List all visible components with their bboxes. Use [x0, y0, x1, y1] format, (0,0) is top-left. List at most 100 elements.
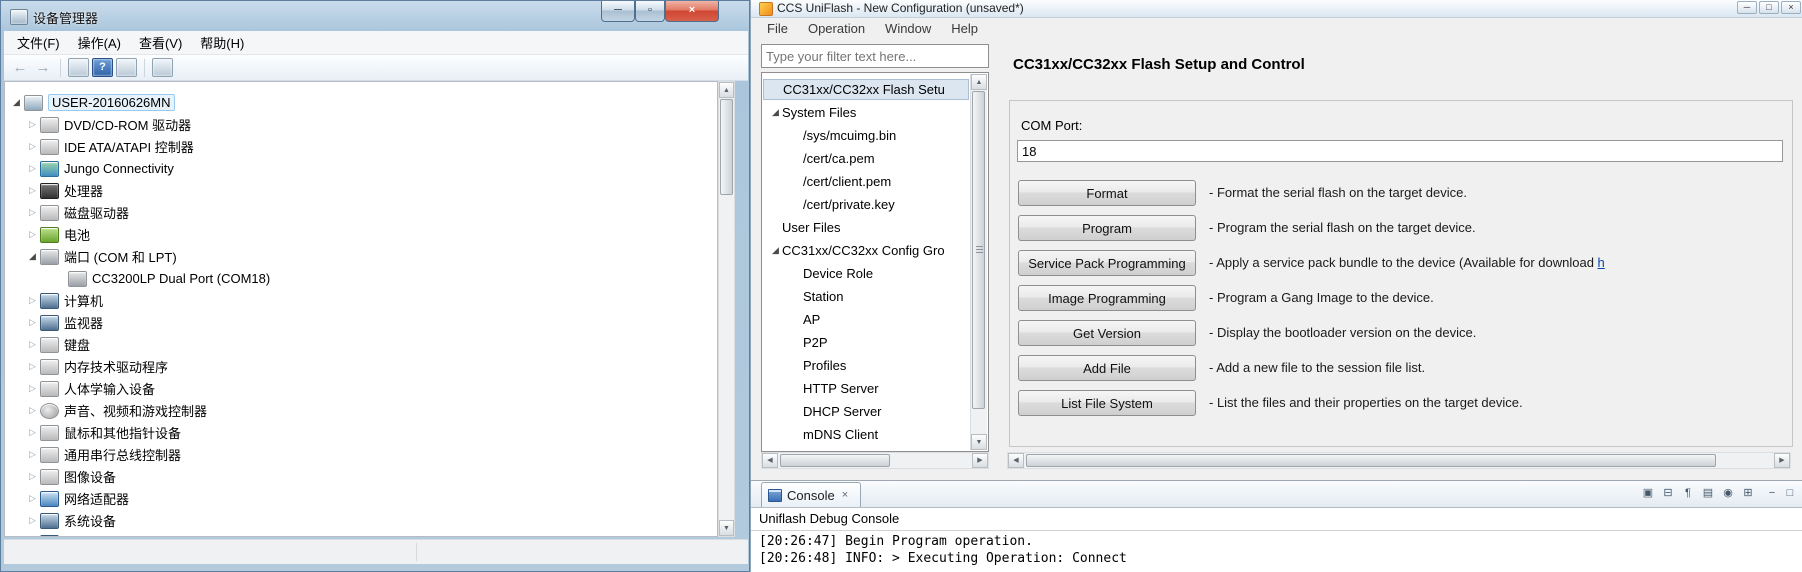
tree-horizontal-scrollbar[interactable]: ◀ ▶ — [761, 452, 989, 469]
tab-console[interactable]: Console × — [761, 482, 861, 507]
tree-item-computer-root[interactable]: USER-20160626MN — [5, 92, 717, 113]
tree-item-system-files[interactable]: System Files — [763, 102, 969, 123]
properties-icon[interactable] — [116, 58, 137, 77]
scroll-down-icon[interactable]: ▼ — [971, 434, 987, 450]
uniflash-maximize-button[interactable]: □ — [1759, 1, 1779, 14]
menu-window[interactable]: Window — [877, 19, 939, 38]
com-port-input[interactable] — [1017, 140, 1783, 162]
tree-item-monitor[interactable]: 监视器 — [5, 312, 717, 333]
scrollbar-thumb[interactable] — [720, 99, 733, 195]
tree-item-mdns-client[interactable]: mDNS Client — [763, 424, 969, 445]
tree-item-processor[interactable]: 处理器 — [5, 180, 717, 201]
tree-item-private-key[interactable]: /cert/private.key — [763, 194, 969, 215]
maximize-button[interactable]: ▫ — [635, 1, 665, 22]
scroll-left-icon[interactable]: ◀ — [762, 453, 778, 468]
help-icon[interactable]: ? — [92, 58, 113, 77]
tree-item-imaging[interactable]: 图像设备 — [5, 466, 717, 487]
service-pack-programming-button[interactable]: Service Pack Programming — [1018, 250, 1196, 276]
scan-hardware-changes-icon[interactable] — [152, 58, 173, 77]
scroll-right-icon[interactable]: ▶ — [972, 453, 988, 468]
audio-icon — [40, 402, 59, 419]
device-manager-window: 设备管理器 ─ ▫ × 文件(F) 操作(A) 查看(V) 帮助(H) ← → … — [0, 0, 750, 572]
expanded-arrow-icon — [769, 245, 782, 256]
tree-item-station[interactable]: Station — [763, 286, 969, 307]
tree-item-user-files[interactable]: User Files — [763, 217, 969, 238]
minimize-view-icon[interactable] — [1763, 486, 1781, 502]
menu-file[interactable]: File — [759, 19, 796, 38]
tree-item-display[interactable]: 显示适配器 — [5, 532, 717, 536]
tree-item-audio[interactable]: 声音、视频和游戏控制器 — [5, 400, 717, 421]
tree-item-keyboard[interactable]: 键盘 — [5, 334, 717, 355]
tree-item-computer-node[interactable]: 计算机 — [5, 290, 717, 311]
panel-horizontal-scrollbar[interactable]: ◀ ▶ — [1007, 452, 1791, 469]
menu-help[interactable]: 帮助(H) — [191, 31, 253, 54]
tree-item-jungo[interactable]: Jungo Connectivity — [5, 158, 717, 179]
minimize-button[interactable]: ─ — [601, 1, 635, 22]
tree-item-network[interactable]: 网络适配器 — [5, 488, 717, 509]
tree-item-mouse[interactable]: 鼠标和其他指针设备 — [5, 422, 717, 443]
list-file-system-button[interactable]: List File System — [1018, 390, 1196, 416]
menu-file[interactable]: 文件(F) — [8, 31, 69, 54]
tree-item-http-server[interactable]: HTTP Server — [763, 378, 969, 399]
scroll-lock-icon[interactable] — [1659, 486, 1677, 502]
get-version-button[interactable]: Get Version — [1018, 320, 1196, 346]
menu-operation[interactable]: Operation — [800, 19, 873, 38]
tree-item-ide[interactable]: IDE ATA/ATAPI 控制器 — [5, 136, 717, 157]
close-button[interactable]: × — [665, 1, 719, 22]
tree-item-usb[interactable]: 通用串行总线控制器 — [5, 444, 717, 465]
pin-console-icon[interactable] — [1719, 486, 1737, 502]
tree-item-profiles[interactable]: Profiles — [763, 355, 969, 376]
uniflash-close-button[interactable]: × — [1781, 1, 1801, 14]
tree-item-mcuimg[interactable]: /sys/mcuimg.bin — [763, 125, 969, 146]
filter-input[interactable] — [761, 44, 989, 68]
uniflash-titlebar[interactable]: CCS UniFlash - New Configuration (unsave… — [751, 0, 1802, 18]
console-window-icon[interactable] — [68, 58, 89, 77]
scroll-up-icon[interactable]: ▲ — [719, 82, 734, 98]
tree-item-ports[interactable]: 端口 (COM 和 LPT) — [5, 246, 717, 267]
scrollbar-thumb[interactable] — [972, 91, 985, 409]
tree-item-memory[interactable]: 内存技术驱动程序 — [5, 356, 717, 377]
scrollbar-thumb[interactable] — [780, 454, 890, 467]
menu-help[interactable]: Help — [943, 19, 986, 38]
tree-item-ca-pem[interactable]: /cert/ca.pem — [763, 148, 969, 169]
tree-item-config-groups[interactable]: CC31xx/CC32xx Config Gro — [763, 240, 969, 261]
close-icon[interactable]: × — [840, 489, 848, 501]
menu-action[interactable]: 操作(A) — [69, 31, 130, 54]
menu-view[interactable]: 查看(V) — [130, 31, 191, 54]
tree-item-battery[interactable]: 电池 — [5, 224, 717, 245]
tree-item-p2p[interactable]: P2P — [763, 332, 969, 353]
tree-item-dhcp-server[interactable]: DHCP Server — [763, 401, 969, 422]
maximize-view-icon[interactable] — [1781, 486, 1799, 502]
expanded-arrow-icon — [10, 97, 23, 108]
usb-icon — [40, 446, 59, 463]
tree-item-device-role[interactable]: Device Role — [763, 263, 969, 284]
console-line: [20:26:47] Begin Program operation. — [759, 534, 1033, 549]
clear-console-icon[interactable] — [1699, 486, 1717, 502]
scroll-right-icon[interactable]: ▶ — [1774, 453, 1790, 468]
scroll-up-icon[interactable]: ▲ — [971, 74, 987, 90]
format-button[interactable]: Format — [1018, 180, 1196, 206]
device-tree-scrollbar[interactable]: ▲ ▼ — [718, 81, 735, 537]
tree-item-flash-setup[interactable]: CC31xx/CC32xx Flash Setu — [763, 79, 969, 100]
word-wrap-icon[interactable] — [1679, 486, 1697, 502]
scroll-down-icon[interactable]: ▼ — [719, 520, 734, 536]
back-icon[interactable]: ← — [10, 59, 30, 76]
tree-item-dvd[interactable]: DVD/CD-ROM 驱动器 — [5, 114, 717, 135]
tree-item-disk[interactable]: 磁盘驱动器 — [5, 202, 717, 223]
tree-item-client-pem[interactable]: /cert/client.pem — [763, 171, 969, 192]
program-button[interactable]: Program — [1018, 215, 1196, 241]
uniflash-minimize-button[interactable]: ─ — [1737, 1, 1757, 14]
image-programming-button[interactable]: Image Programming — [1018, 285, 1196, 311]
download-here-link[interactable]: h — [1598, 255, 1605, 270]
add-file-button[interactable]: Add File — [1018, 355, 1196, 381]
copy-console-icon[interactable] — [1639, 486, 1657, 502]
scrollbar-thumb[interactable] — [1026, 454, 1716, 467]
tree-vertical-scrollbar[interactable]: ▲ ▼ — [970, 74, 987, 450]
tree-item-cc3200lp[interactable]: CC3200LP Dual Port (COM18) — [5, 268, 717, 289]
tree-item-ap[interactable]: AP — [763, 309, 969, 330]
open-console-icon[interactable] — [1739, 486, 1757, 502]
forward-icon[interactable]: → — [33, 59, 53, 76]
tree-item-system[interactable]: 系统设备 — [5, 510, 717, 531]
scroll-left-icon[interactable]: ◀ — [1008, 453, 1024, 468]
tree-item-hid[interactable]: 人体学输入设备 — [5, 378, 717, 399]
